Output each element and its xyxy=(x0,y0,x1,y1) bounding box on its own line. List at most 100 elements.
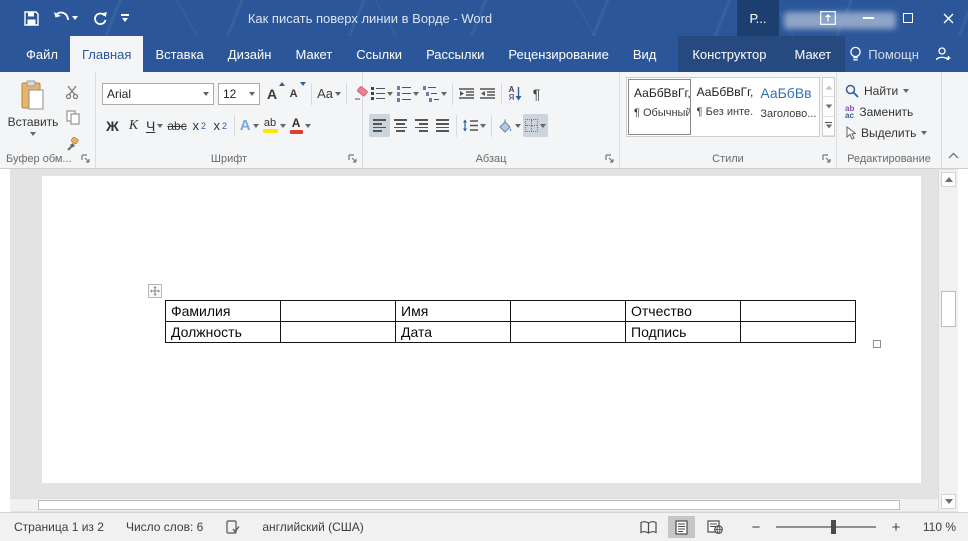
tab-references[interactable]: Ссылки xyxy=(344,36,414,72)
select-dropdown-icon[interactable] xyxy=(921,130,928,135)
tab-file[interactable]: Файл xyxy=(14,36,70,72)
bold-button[interactable]: Ж xyxy=(102,114,123,137)
horizontal-scrollbar-thumb[interactable] xyxy=(38,500,900,510)
tab-table-design[interactable]: Конструктор xyxy=(678,36,780,72)
tab-home[interactable]: Главная xyxy=(69,36,144,72)
tab-mailings[interactable]: Рассылки xyxy=(414,36,496,72)
paste-dropdown-arrow-icon[interactable] xyxy=(30,132,36,136)
replace-button[interactable]: ab ac Заменить xyxy=(837,101,941,122)
find-button[interactable]: Найти xyxy=(837,80,941,101)
table-resize-handle[interactable] xyxy=(873,340,881,348)
maximize-button[interactable] xyxy=(888,0,928,36)
style-card-heading1[interactable]: АаБбВв Заголово... xyxy=(755,79,818,135)
highlight-button[interactable]: ab xyxy=(261,114,288,137)
show-paragraph-marks-button[interactable]: ¶ xyxy=(526,82,547,105)
cut-button[interactable] xyxy=(62,80,83,103)
align-center-button[interactable] xyxy=(390,114,411,137)
table-cell[interactable] xyxy=(740,300,856,322)
shading-button[interactable] xyxy=(495,114,523,137)
font-color-dropdown-icon[interactable] xyxy=(304,123,311,128)
table-cell[interactable] xyxy=(740,321,856,343)
format-painter-button[interactable] xyxy=(62,132,83,155)
highlight-dropdown-icon[interactable] xyxy=(279,123,286,128)
shrink-font-button[interactable]: А xyxy=(287,82,308,105)
style-card-normal[interactable]: АаБбВвГг, ¶ Обычный xyxy=(628,79,691,135)
document-page[interactable]: Фамилия Имя Отчество Должность Дата Подп… xyxy=(42,176,921,483)
styles-more-button[interactable] xyxy=(823,117,834,136)
zoom-level[interactable]: 110 % xyxy=(918,520,956,534)
sort-button[interactable]: АЯ xyxy=(505,82,526,105)
increase-indent-button[interactable] xyxy=(477,82,498,105)
subscript-button[interactable]: x2 xyxy=(189,114,210,137)
clipboard-dialog-launcher[interactable] xyxy=(81,154,91,164)
proofing-icon[interactable] xyxy=(225,519,240,535)
grow-font-button[interactable]: А xyxy=(265,82,287,105)
tab-review[interactable]: Рецензирование xyxy=(496,36,620,72)
bullets-button[interactable] xyxy=(369,82,395,105)
font-color-button[interactable]: А xyxy=(288,114,313,137)
font-size-combobox[interactable]: 12 xyxy=(218,82,260,105)
styles-scroll-up-button[interactable] xyxy=(823,78,834,98)
scroll-down-button[interactable] xyxy=(941,494,956,509)
styles-scroll-down-button[interactable] xyxy=(823,97,834,117)
align-left-button[interactable] xyxy=(369,114,390,137)
underline-dropdown-icon[interactable] xyxy=(157,123,164,128)
justify-button[interactable] xyxy=(432,114,453,137)
change-case-button[interactable]: Aa xyxy=(315,82,343,105)
table-move-handle[interactable] xyxy=(148,284,162,298)
table-cell[interactable]: Отчество xyxy=(625,300,741,322)
vertical-scrollbar[interactable] xyxy=(938,170,958,511)
customize-qat-button[interactable] xyxy=(121,14,129,22)
styles-dialog-launcher[interactable] xyxy=(822,154,832,164)
style-card-no-spacing[interactable]: АаБбВвГг, ¶ Без инте... xyxy=(692,79,755,135)
undo-dropdown-arrow-icon[interactable] xyxy=(72,16,78,20)
ribbon-display-options-button[interactable] xyxy=(808,0,848,36)
underline-button[interactable]: Ч xyxy=(144,114,165,137)
table-cell[interactable] xyxy=(510,300,626,322)
line-spacing-button[interactable] xyxy=(460,114,488,137)
minimize-button[interactable] xyxy=(848,0,888,36)
share-button[interactable] xyxy=(929,36,959,72)
redo-button[interactable] xyxy=(92,11,107,26)
close-button[interactable] xyxy=(928,0,968,36)
web-layout-button[interactable] xyxy=(701,516,728,538)
tab-table-layout[interactable]: Макет xyxy=(780,36,845,72)
superscript-button[interactable]: x2 xyxy=(210,114,231,137)
paragraph-dialog-launcher[interactable] xyxy=(605,154,615,164)
text-effects-button[interactable]: А xyxy=(238,114,261,137)
decrease-indent-button[interactable] xyxy=(456,82,477,105)
tab-design[interactable]: Дизайн xyxy=(216,36,284,72)
zoom-slider-thumb[interactable] xyxy=(831,520,836,534)
paste-button[interactable]: Вставить xyxy=(8,80,58,146)
page-indicator[interactable]: Страница 1 из 2 xyxy=(14,520,104,534)
borders-button[interactable] xyxy=(523,114,548,137)
word-count[interactable]: Число слов: 6 xyxy=(126,520,203,534)
zoom-in-button[interactable]: + xyxy=(890,519,902,536)
table-cell[interactable] xyxy=(280,300,396,322)
numbering-button[interactable] xyxy=(395,82,421,105)
table-cell[interactable]: Должность xyxy=(165,321,281,343)
language-indicator[interactable]: английский (США) xyxy=(262,520,363,534)
font-family-combobox[interactable]: Arial xyxy=(102,82,214,105)
tell-me-assistant[interactable]: Помощн xyxy=(845,46,923,63)
table-cell[interactable]: Фамилия xyxy=(165,300,281,322)
find-dropdown-icon[interactable] xyxy=(903,88,910,93)
table-cell[interactable]: Подпись xyxy=(625,321,741,343)
horizontal-scrollbar[interactable] xyxy=(10,498,938,511)
text-effects-dropdown-icon[interactable] xyxy=(252,123,259,128)
tab-layout[interactable]: Макет xyxy=(283,36,344,72)
zoom-slider[interactable] xyxy=(776,520,876,534)
align-right-button[interactable] xyxy=(411,114,432,137)
table-cell[interactable]: Имя xyxy=(395,300,511,322)
collapse-ribbon-button[interactable] xyxy=(948,152,959,162)
strikethrough-button[interactable]: abc xyxy=(165,114,188,137)
read-mode-button[interactable] xyxy=(635,516,662,538)
copy-button[interactable] xyxy=(62,106,83,129)
multilevel-list-button[interactable] xyxy=(421,82,449,105)
undo-button[interactable] xyxy=(53,11,78,25)
table-cell[interactable] xyxy=(280,321,396,343)
table-cell[interactable] xyxy=(510,321,626,343)
scroll-up-button[interactable] xyxy=(941,172,956,187)
zoom-out-button[interactable]: − xyxy=(750,519,762,536)
select-button[interactable]: Выделить xyxy=(837,122,941,143)
